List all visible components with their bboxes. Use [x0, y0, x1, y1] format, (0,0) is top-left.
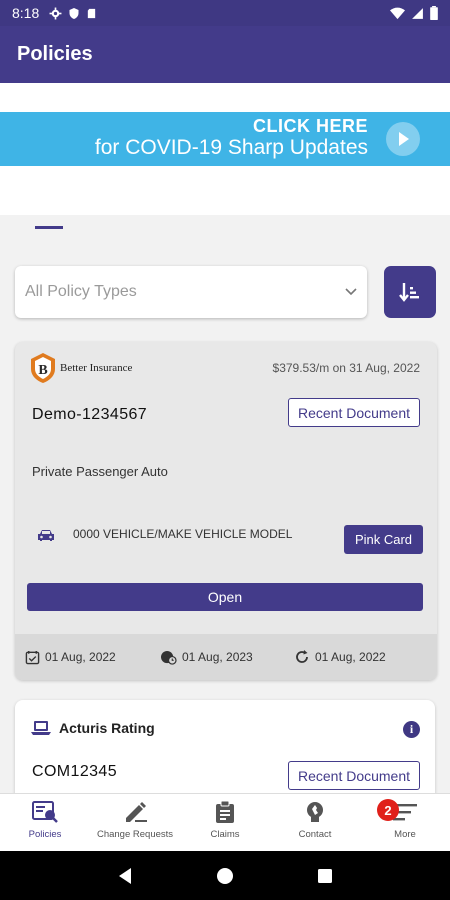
renewal-date: 01 Aug, 2022 — [294, 649, 386, 665]
status-time: 8:18 — [12, 5, 40, 21]
premium-price: $379.53/m on 31 Aug, 2022 — [272, 361, 420, 375]
info-icon[interactable]: i — [403, 721, 420, 738]
nav-contact[interactable]: Contact — [270, 794, 360, 851]
status-notification-icons — [49, 7, 97, 20]
policy-dates: 01 Aug, 2022 01 Aug, 2023 01 Aug, 2022 — [15, 634, 437, 680]
sort-icon — [399, 283, 419, 302]
car-icon — [37, 528, 55, 547]
banner-text: for COVID-19 Sharp Updates — [94, 136, 368, 159]
sort-button[interactable] — [384, 266, 436, 318]
policy-number: COM12345 — [32, 763, 118, 780]
policy-type: Private Passenger Auto — [32, 464, 168, 479]
start-date: 01 Aug, 2022 — [25, 650, 116, 665]
nav-label: Change Requests — [96, 829, 174, 840]
nav-label: Policies — [28, 829, 62, 840]
notification-badge: 2 — [377, 799, 399, 821]
better-insurance-logo-icon: B — [31, 353, 55, 383]
recent-document-button[interactable]: Recent Document — [288, 761, 420, 790]
signal-icon — [412, 7, 423, 19]
page-title: Policies — [17, 43, 93, 65]
system-nav-bar — [0, 851, 450, 900]
nav-label: Claims — [210, 829, 240, 840]
policies-icon — [32, 801, 58, 823]
covid-banner[interactable]: CLICK HERE for COVID-19 Sharp Updates — [0, 112, 450, 166]
nav-policies[interactable]: Policies — [0, 794, 90, 851]
back-icon[interactable] — [117, 867, 133, 885]
nav-claims[interactable]: Claims — [180, 794, 270, 851]
policy-card[interactable]: B Better Insurance $379.53/m on 31 Aug, … — [15, 342, 437, 680]
policy-type-select[interactable]: All Policy Types — [15, 266, 367, 318]
battery-icon — [430, 6, 438, 20]
open-policy-button[interactable]: Open — [27, 583, 423, 611]
policy-name: Acturis Rating — [59, 720, 155, 736]
recents-icon[interactable] — [317, 868, 333, 884]
vehicle-description: 0000 VEHICLE/MAKE VEHICLE MODEL — [73, 527, 293, 541]
calendar-check-icon — [25, 650, 40, 664]
wifi-icon — [390, 7, 405, 19]
renewal-date-text: 01 Aug, 2022 — [315, 650, 386, 664]
nav-label: Contact — [298, 829, 332, 840]
headset-icon — [307, 802, 323, 822]
status-bar: 8:18 — [0, 0, 450, 26]
bottom-nav: Policies Change Requests Claims Contact … — [0, 793, 450, 851]
laptop-icon — [31, 721, 51, 735]
end-date-text: 01 Aug, 2023 — [182, 650, 253, 664]
play-icon — [386, 122, 420, 156]
gear-icon — [49, 7, 62, 19]
pink-card-button[interactable]: Pink Card — [344, 525, 423, 554]
policy-number: Demo-1234567 — [32, 406, 148, 423]
insurer-name: Better Insurance — [60, 362, 133, 374]
insurer-logo: B Better Insurance — [29, 352, 132, 384]
shield-icon — [69, 7, 79, 19]
nav-change-requests[interactable]: Change Requests — [90, 794, 180, 851]
nav-more[interactable]: 2 More — [360, 794, 450, 851]
nav-label: More — [394, 829, 416, 840]
tab-indicator — [35, 226, 63, 229]
policy-name-row: Acturis Rating — [31, 720, 155, 736]
svg-text:B: B — [38, 363, 47, 378]
clipboard-icon — [216, 801, 234, 823]
globe-clock-icon — [161, 650, 177, 665]
refresh-icon — [296, 650, 308, 663]
pencil-icon — [126, 802, 147, 822]
app-bar: Policies — [0, 26, 450, 83]
end-date: 01 Aug, 2023 — [160, 650, 253, 665]
banner-cta: CLICK HERE — [252, 116, 368, 136]
home-icon[interactable] — [216, 867, 234, 885]
chevron-down-icon — [345, 288, 357, 296]
recent-document-button[interactable]: Recent Document — [288, 398, 420, 427]
policy-type-value: All Policy Types — [25, 283, 137, 300]
sd-card-icon — [88, 8, 96, 18]
start-date-text: 01 Aug, 2022 — [45, 650, 116, 664]
